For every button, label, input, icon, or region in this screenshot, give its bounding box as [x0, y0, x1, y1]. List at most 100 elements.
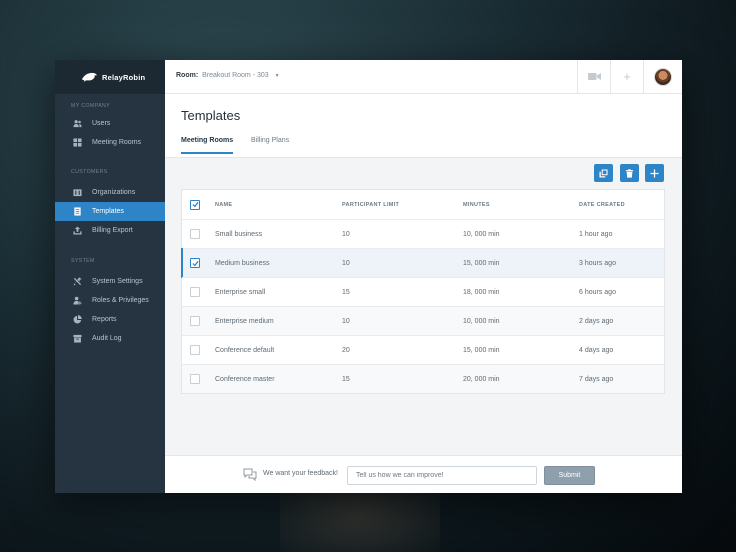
- robin-logo-icon: [82, 72, 97, 82]
- avatar: [654, 67, 672, 86]
- row-checkbox[interactable]: [190, 374, 200, 384]
- cell-date-created: 2 days ago: [579, 317, 614, 325]
- feedback-prompt: We want your feedback!: [263, 470, 338, 477]
- plus-icon: [650, 168, 659, 178]
- app-window: RelayRobin My Company Users Meeting Room…: [55, 60, 682, 493]
- cell-date-created: 3 hours ago: [579, 259, 616, 267]
- page-header: Templates Meeting Rooms Billing Plans: [165, 94, 682, 158]
- cell-name: Small business: [215, 230, 263, 238]
- table-row[interactable]: Enterprise small 15 18, 000 min 6 hours …: [182, 277, 664, 306]
- cell-minutes: 10, 000 min: [463, 230, 500, 238]
- cell-name: Conference master: [215, 375, 275, 383]
- sidebar-item-label: Audit Log: [92, 335, 122, 342]
- main-content: Templates Meeting Rooms Billing Plans Na…: [165, 94, 682, 455]
- add-button[interactable]: +: [610, 60, 643, 93]
- cell-participant-limit: 10: [342, 317, 350, 325]
- room-label: Room:: [176, 72, 199, 79]
- tab-billing-plans[interactable]: Billing Plans: [251, 137, 289, 152]
- page-title: Templates: [181, 108, 241, 123]
- sidebar-item-meeting-rooms[interactable]: Meeting Rooms: [55, 133, 165, 152]
- column-header-minutes[interactable]: Minutes: [463, 202, 490, 208]
- row-checkbox[interactable]: [190, 287, 200, 297]
- building-icon: [72, 188, 82, 198]
- copy-icon: [599, 168, 608, 178]
- pie-chart-icon: [72, 315, 82, 325]
- column-header-name[interactable]: Name: [215, 202, 232, 208]
- templates-table: Name Participant Limit Minutes Date Crea…: [181, 189, 665, 394]
- sidebar-item-label: Billing Export: [92, 227, 133, 234]
- sidebar-item-label: Roles & Privileges: [92, 297, 149, 304]
- column-header-date-created[interactable]: Date Created: [579, 202, 625, 208]
- cell-name: Conference default: [215, 346, 275, 354]
- sidebar: RelayRobin My Company Users Meeting Room…: [55, 60, 165, 493]
- cell-name: Enterprise medium: [215, 317, 274, 325]
- sidebar-item-billing-export[interactable]: Billing Export: [55, 221, 165, 240]
- chat-bubbles-icon: [243, 468, 257, 481]
- row-checkbox[interactable]: [190, 229, 200, 239]
- sidebar-item-label: Users: [92, 120, 111, 127]
- delete-button[interactable]: [620, 164, 639, 182]
- sidebar-item-reports[interactable]: Reports: [55, 310, 165, 329]
- video-call-button[interactable]: [577, 60, 610, 93]
- cell-participant-limit: 15: [342, 288, 350, 296]
- room-selector[interactable]: Room: Breakout Room - 303 ▼: [176, 72, 280, 79]
- column-header-participant-limit[interactable]: Participant Limit: [342, 202, 399, 208]
- sidebar-item-label: Templates: [92, 208, 124, 215]
- sidebar-item-organizations[interactable]: Organizations: [55, 183, 165, 202]
- duplicate-button[interactable]: [594, 164, 613, 182]
- plus-icon: +: [623, 69, 631, 84]
- cell-minutes: 20, 000 min: [463, 375, 500, 383]
- row-checkbox[interactable]: [190, 316, 200, 326]
- user-menu-button[interactable]: [643, 60, 682, 93]
- cell-minutes: 18, 000 min: [463, 288, 500, 296]
- table-row[interactable]: Medium business 10 15, 000 min 3 hours a…: [181, 248, 664, 278]
- table-row[interactable]: Enterprise medium 10 10, 000 min 2 days …: [182, 306, 664, 335]
- sidebar-item-templates[interactable]: Templates: [55, 202, 165, 221]
- sidebar-item-label: Reports: [92, 316, 117, 323]
- cell-name: Medium business: [215, 259, 270, 267]
- check-icon: [191, 260, 199, 266]
- brand: RelayRobin: [55, 60, 165, 94]
- select-all-checkbox[interactable]: [190, 199, 200, 210]
- cell-participant-limit: 20: [342, 346, 350, 354]
- table-header-row: Name Participant Limit Minutes Date Crea…: [182, 190, 664, 219]
- cell-date-created: 1 hour ago: [579, 230, 613, 238]
- topbar: Room: Breakout Room - 303 ▼ +: [165, 60, 682, 94]
- brand-name: RelayRobin: [102, 72, 146, 82]
- cell-minutes: 15, 000 min: [463, 346, 500, 354]
- export-icon: [72, 226, 82, 236]
- row-checkbox[interactable]: [190, 345, 200, 355]
- sidebar-item-audit-log[interactable]: Audit Log: [55, 329, 165, 348]
- archive-icon: [72, 334, 82, 344]
- user-key-icon: [72, 296, 82, 306]
- sidebar-item-users[interactable]: Users: [55, 114, 165, 133]
- cell-date-created: 6 hours ago: [579, 288, 616, 296]
- sidebar-item-system-settings[interactable]: System Settings: [55, 272, 165, 291]
- sidebar-item-label: Organizations: [92, 189, 136, 196]
- video-camera-icon: [587, 73, 601, 80]
- sidebar-item-roles-privileges[interactable]: Roles & Privileges: [55, 291, 165, 310]
- add-template-button[interactable]: [645, 164, 664, 182]
- check-icon: [191, 201, 199, 208]
- users-icon: [72, 119, 82, 129]
- feedback-input[interactable]: [347, 466, 537, 485]
- tools-icon: [72, 277, 82, 287]
- trash-icon: [625, 168, 634, 178]
- feedback-bar: We want your feedback! Submit: [165, 455, 682, 493]
- grid-icon: [72, 138, 82, 148]
- cell-minutes: 10, 000 min: [463, 317, 500, 325]
- room-name: Breakout Room - 303: [202, 72, 269, 79]
- row-checkbox[interactable]: [190, 258, 200, 268]
- cell-name: Enterprise small: [215, 288, 266, 296]
- submit-button[interactable]: Submit: [544, 466, 595, 485]
- tab-meeting-rooms[interactable]: Meeting Rooms: [181, 137, 234, 154]
- sidebar-item-label: Meeting Rooms: [92, 139, 142, 146]
- cell-participant-limit: 15: [342, 375, 350, 383]
- cell-date-created: 7 days ago: [579, 375, 614, 383]
- table-row[interactable]: Conference master 15 20, 000 min 7 days …: [182, 364, 664, 393]
- chevron-down-icon: ▼: [274, 73, 280, 79]
- cell-participant-limit: 10: [342, 259, 350, 267]
- table-row[interactable]: Small business 10 10, 000 min 1 hour ago: [182, 219, 664, 248]
- cell-minutes: 15, 000 min: [463, 259, 500, 267]
- table-row[interactable]: Conference default 20 15, 000 min 4 days…: [182, 335, 664, 364]
